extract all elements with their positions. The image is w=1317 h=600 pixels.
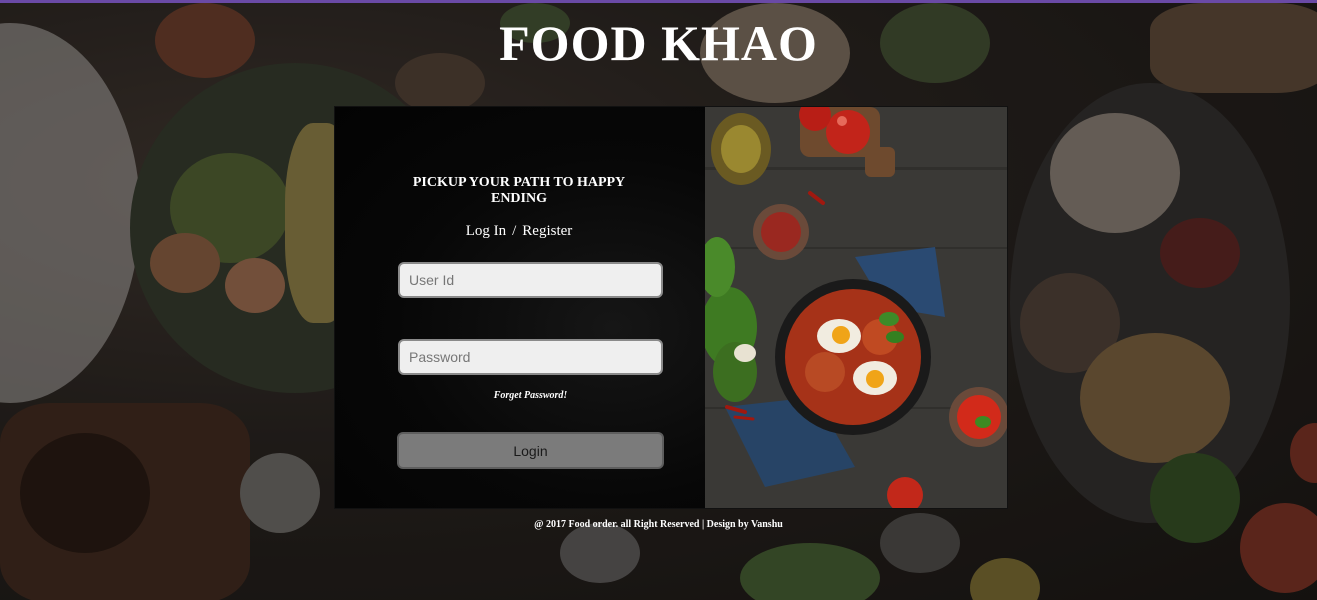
password-input[interactable] (398, 339, 663, 375)
auth-links: Log In / Register (399, 223, 639, 240)
user-id-input[interactable] (398, 262, 663, 298)
login-link[interactable]: Log In (466, 223, 506, 239)
forget-password-link[interactable]: Forget Password! (398, 390, 663, 401)
auth-separator: / (512, 223, 517, 239)
login-panel: PICKUP YOUR PATH TO HAPPY ENDING Log In /… (335, 107, 705, 508)
shakshuka-image (705, 107, 1007, 508)
login-card: PICKUP YOUR PATH TO HAPPY ENDING Log In /… (334, 106, 1008, 509)
site-title: FOOD KHAO (499, 15, 818, 71)
shakshuka-illustration (705, 107, 1007, 508)
footer-copyright: @ 2017 Food order. all Right Reserved | … (534, 519, 783, 530)
register-link[interactable]: Register (522, 223, 572, 239)
login-tagline: PICKUP YOUR PATH TO HAPPY ENDING (412, 175, 626, 206)
login-button[interactable]: Login (397, 432, 664, 469)
